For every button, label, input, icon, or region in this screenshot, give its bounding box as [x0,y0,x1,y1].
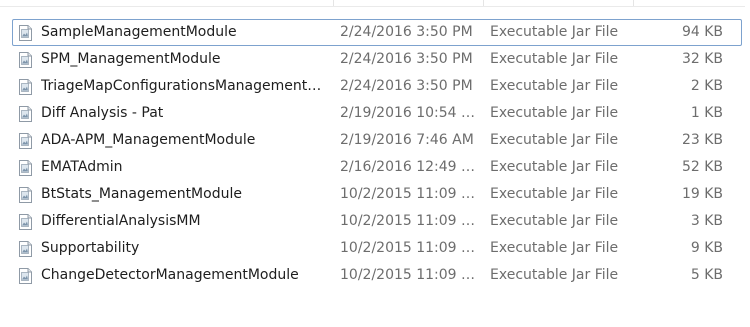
file-date-modified: 2/24/2016 3:50 PM [340,51,473,67]
file-size: 5 KB [690,267,723,283]
file-date-modified: 10/2/2015 11:09 PM [340,186,480,202]
file-row[interactable]: EMATAdmin 2/16/2016 12:49 PM Executable … [12,154,742,181]
file-row[interactable]: TriageMapConfigurationsManagementM... 2/… [12,73,742,100]
file-row[interactable]: ChangeDetectorManagementModule 10/2/2015… [12,262,742,289]
file-type: Executable Jar File [490,186,619,202]
column-header-underline [0,6,745,7]
file-name: BtStats_ManagementModule [41,186,242,202]
file-date-modified: 10/2/2015 11:09 PM [340,240,480,256]
file-name: SPM_ManagementModule [41,51,221,67]
file-type: Executable Jar File [490,213,619,229]
file-row[interactable]: Supportability 10/2/2015 11:09 PM Execut… [12,235,742,262]
jar-file-icon [19,214,32,230]
file-size: 23 KB [681,132,723,148]
jar-file-icon [19,25,32,41]
file-date-modified: 2/24/2016 3:50 PM [340,24,473,40]
file-name: DifferentialAnalysisMM [41,213,201,229]
file-date-modified: 10/2/2015 11:09 PM [340,213,480,229]
file-size: 1 KB [690,105,723,121]
file-row[interactable]: SampleManagementModule 2/24/2016 3:50 PM… [12,19,742,46]
file-date-modified: 2/24/2016 3:50 PM [340,78,473,94]
file-name: SampleManagementModule [41,24,237,40]
file-row[interactable]: SPM_ManagementModule 2/24/2016 3:50 PM E… [12,46,742,73]
file-size: 94 KB [681,24,723,40]
file-name: ChangeDetectorManagementModule [41,267,299,283]
file-type: Executable Jar File [490,105,619,121]
file-size: 2 KB [690,78,723,94]
file-type: Executable Jar File [490,267,619,283]
file-size: 52 KB [681,159,723,175]
file-list: SampleManagementModule 2/24/2016 3:50 PM… [12,19,742,289]
file-type: Executable Jar File [490,24,619,40]
jar-file-icon [19,268,32,284]
jar-file-icon [19,106,32,122]
file-name: TriageMapConfigurationsManagementM... [41,78,329,94]
jar-file-icon [19,79,32,95]
file-type: Executable Jar File [490,51,619,67]
file-size: 19 KB [681,186,723,202]
jar-file-icon [19,160,32,176]
file-name: Diff Analysis - Pat [41,105,164,121]
file-size: 3 KB [690,213,723,229]
file-type: Executable Jar File [490,132,619,148]
jar-file-icon [19,187,32,203]
file-row[interactable]: ADA-APM_ManagementModule 2/19/2016 7:46 … [12,127,742,154]
file-name: ADA-APM_ManagementModule [41,132,256,148]
file-size: 32 KB [681,51,723,67]
file-row[interactable]: DifferentialAnalysisMM 10/2/2015 11:09 P… [12,208,742,235]
file-date-modified: 2/19/2016 10:54 A... [340,105,480,121]
jar-file-icon [19,241,32,257]
jar-file-icon [19,133,32,149]
file-type: Executable Jar File [490,159,619,175]
file-row[interactable]: BtStats_ManagementModule 10/2/2015 11:09… [12,181,742,208]
file-date-modified: 2/16/2016 12:49 PM [340,159,480,175]
file-name: EMATAdmin [41,159,123,175]
jar-file-icon [19,52,32,68]
file-name: Supportability [41,240,140,256]
file-date-modified: 2/19/2016 7:46 AM [340,132,474,148]
file-size: 9 KB [690,240,723,256]
file-explorer-view: SampleManagementModule 2/24/2016 3:50 PM… [0,0,750,327]
file-type: Executable Jar File [490,78,619,94]
file-date-modified: 10/2/2015 11:09 PM [340,267,480,283]
file-type: Executable Jar File [490,240,619,256]
file-row[interactable]: Diff Analysis - Pat 2/19/2016 10:54 A...… [12,100,742,127]
